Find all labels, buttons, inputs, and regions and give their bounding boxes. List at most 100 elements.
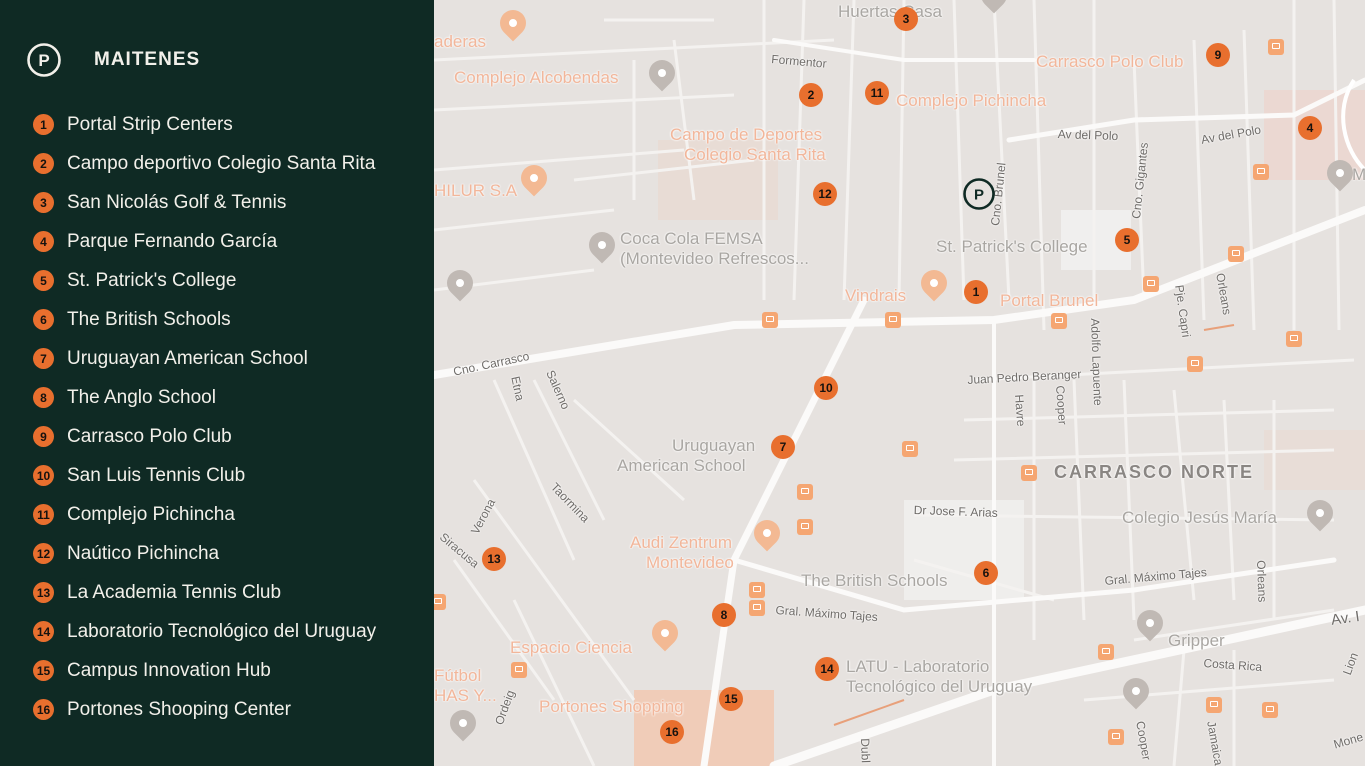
legend-number: 3	[33, 192, 54, 213]
place-vindrais: Vindrais	[845, 286, 907, 305]
legend-item-12[interactable]: 12 Naútico Pichincha	[33, 534, 376, 573]
legend-label: St. Patrick's College	[67, 269, 237, 291]
map-view[interactable]: Huertas Casa aderas Complejo Alcobendas …	[434, 0, 1365, 766]
legend-label: The Anglo School	[67, 386, 216, 408]
bus-stop-icon[interactable]	[511, 662, 527, 678]
bus-stop-icon[interactable]	[1098, 644, 1114, 660]
map-marker-15[interactable]: 15	[719, 687, 743, 711]
street-havre: Havre	[1012, 394, 1029, 427]
place-cocacola-1: Coca Cola FEMSA	[620, 229, 763, 248]
place-santarita-2: Colegio Santa Rita	[684, 145, 826, 164]
legend-item-13[interactable]: 13 La Academia Tennis Club	[33, 573, 376, 612]
bus-stop-icon[interactable]	[1286, 331, 1302, 347]
legend-label: Laboratorio Tecnológico del Uruguay	[67, 620, 377, 642]
bus-stop-icon[interactable]	[1262, 702, 1278, 718]
place-uas-1: Uruguayan	[672, 436, 756, 455]
bus-stop-icon[interactable]	[902, 441, 918, 457]
map-marker-14[interactable]: 14	[815, 657, 839, 681]
map-marker-5[interactable]: 5	[1115, 228, 1139, 252]
legend-item-14[interactable]: 14 Laboratorio Tecnológico del Uruguay	[33, 612, 376, 651]
place-portal: Portal Brunel	[1000, 291, 1099, 310]
place-cocacola-2: (Montevideo Refrescos...	[620, 249, 809, 268]
bus-stop-icon[interactable]	[1187, 356, 1203, 372]
bus-stop-icon[interactable]	[434, 594, 446, 610]
map-marker-9[interactable]: 9	[1206, 43, 1230, 67]
place-gripper: Gripper	[1168, 631, 1225, 650]
place-hilur: HILUR S.A	[434, 181, 518, 200]
map-marker-8[interactable]: 8	[712, 603, 736, 627]
map-marker-12[interactable]: 12	[813, 182, 837, 206]
street-dub: Dubl	[858, 738, 873, 764]
bus-stop-icon[interactable]	[797, 484, 813, 500]
place-futbol-1: Fútbol	[434, 666, 482, 685]
street-cooper-1: Cooper	[1053, 385, 1070, 426]
bus-stop-icon[interactable]	[1143, 276, 1159, 292]
legend-number: 14	[33, 621, 54, 642]
bus-stop-icon[interactable]	[1021, 465, 1037, 481]
legend-label: Campo deportivo Colegio Santa Rita	[67, 152, 376, 174]
legend-label: La Academia Tennis Club	[67, 581, 282, 603]
legend-number: 12	[33, 543, 54, 564]
place-aderas: aderas	[434, 32, 486, 51]
place-audi-2: Montevideo	[646, 553, 734, 572]
legend-label: Campus Innovation Hub	[67, 659, 271, 681]
legend-item-15[interactable]: 15 Campus Innovation Hub	[33, 651, 376, 690]
place-polo: Carrasco Polo Club	[1036, 52, 1184, 71]
legend-item-9[interactable]: 9 Carrasco Polo Club	[33, 417, 376, 456]
bus-stop-icon[interactable]	[1253, 164, 1269, 180]
legend-item-6[interactable]: 6 The British Schools	[33, 300, 376, 339]
brand-logo-letter: P	[38, 51, 49, 70]
place-carrasco-norte: CARRASCO NORTE	[1054, 462, 1255, 482]
legend-number: 15	[33, 660, 54, 681]
place-alcobendas: Complejo Alcobendas	[454, 68, 619, 87]
map-marker-6[interactable]: 6	[974, 561, 998, 585]
bus-stop-icon[interactable]	[1268, 39, 1284, 55]
legend-item-4[interactable]: 4 Parque Fernando García	[33, 222, 376, 261]
bus-stop-icon[interactable]	[1108, 729, 1124, 745]
legend-number: 9	[33, 426, 54, 447]
legend-item-1[interactable]: 1 Portal Strip Centers	[33, 105, 376, 144]
map-marker-16[interactable]: 16	[660, 720, 684, 744]
place-latu-1: LATU - Laboratorio	[846, 657, 990, 676]
legend-label: Complejo Pichincha	[67, 503, 235, 525]
legend-item-8[interactable]: 8 The Anglo School	[33, 378, 376, 417]
map-marker-2[interactable]: 2	[799, 83, 823, 107]
legend-label: The British Schools	[67, 308, 231, 330]
bus-stop-icon[interactable]	[1051, 313, 1067, 329]
legend-item-10[interactable]: 10 San Luis Tennis Club	[33, 456, 376, 495]
legend-number: 6	[33, 309, 54, 330]
legend-item-5[interactable]: 5 St. Patrick's College	[33, 261, 376, 300]
bus-stop-icon[interactable]	[749, 600, 765, 616]
legend-label: Carrasco Polo Club	[67, 425, 232, 447]
map-marker-4[interactable]: 4	[1298, 116, 1322, 140]
maitenes-location-icon[interactable]: P	[962, 177, 996, 211]
map-marker-11[interactable]: 11	[865, 81, 889, 105]
place-uas-2: American School	[617, 456, 746, 475]
brand-title: MAITENES	[94, 49, 201, 70]
bus-stop-icon[interactable]	[885, 312, 901, 328]
map-marker-13[interactable]: 13	[482, 547, 506, 571]
bus-stop-icon[interactable]	[1228, 246, 1244, 262]
street-orleans-2: Orleans	[1254, 560, 1270, 603]
bus-stop-icon[interactable]	[797, 519, 813, 535]
bus-stop-icon[interactable]	[749, 582, 765, 598]
place-british: The British Schools	[801, 571, 948, 590]
street-adolfo: Adolfo Lapuente	[1088, 318, 1106, 406]
legend-number: 8	[33, 387, 54, 408]
place-futbol-2: HAS Y...	[434, 686, 497, 705]
legend-item-16[interactable]: 16 Portones Shooping Center	[33, 690, 376, 729]
street-arias: Dr Jose F. Arias	[913, 503, 998, 520]
map-marker-1[interactable]: 1	[964, 280, 988, 304]
place-santarita-1: Campo de Deportes	[670, 125, 823, 144]
legend-item-7[interactable]: 7 Uruguayan American School	[33, 339, 376, 378]
legend-list: 1 Portal Strip Centers 2 Campo deportivo Co…	[33, 105, 376, 729]
legend-item-3[interactable]: 3 San Nicolás Golf & Tennis	[33, 183, 376, 222]
bus-stop-icon[interactable]	[762, 312, 778, 328]
bus-stop-icon[interactable]	[1206, 697, 1222, 713]
map-marker-10[interactable]: 10	[814, 376, 838, 400]
map-marker-7[interactable]: 7	[771, 435, 795, 459]
map-marker-3[interactable]: 3	[894, 7, 918, 31]
place-jesusmaria: Colegio Jesús María	[1122, 508, 1277, 527]
legend-item-11[interactable]: 11 Complejo Pichincha	[33, 495, 376, 534]
legend-item-2[interactable]: 2 Campo deportivo Colegio Santa Rita	[33, 144, 376, 183]
